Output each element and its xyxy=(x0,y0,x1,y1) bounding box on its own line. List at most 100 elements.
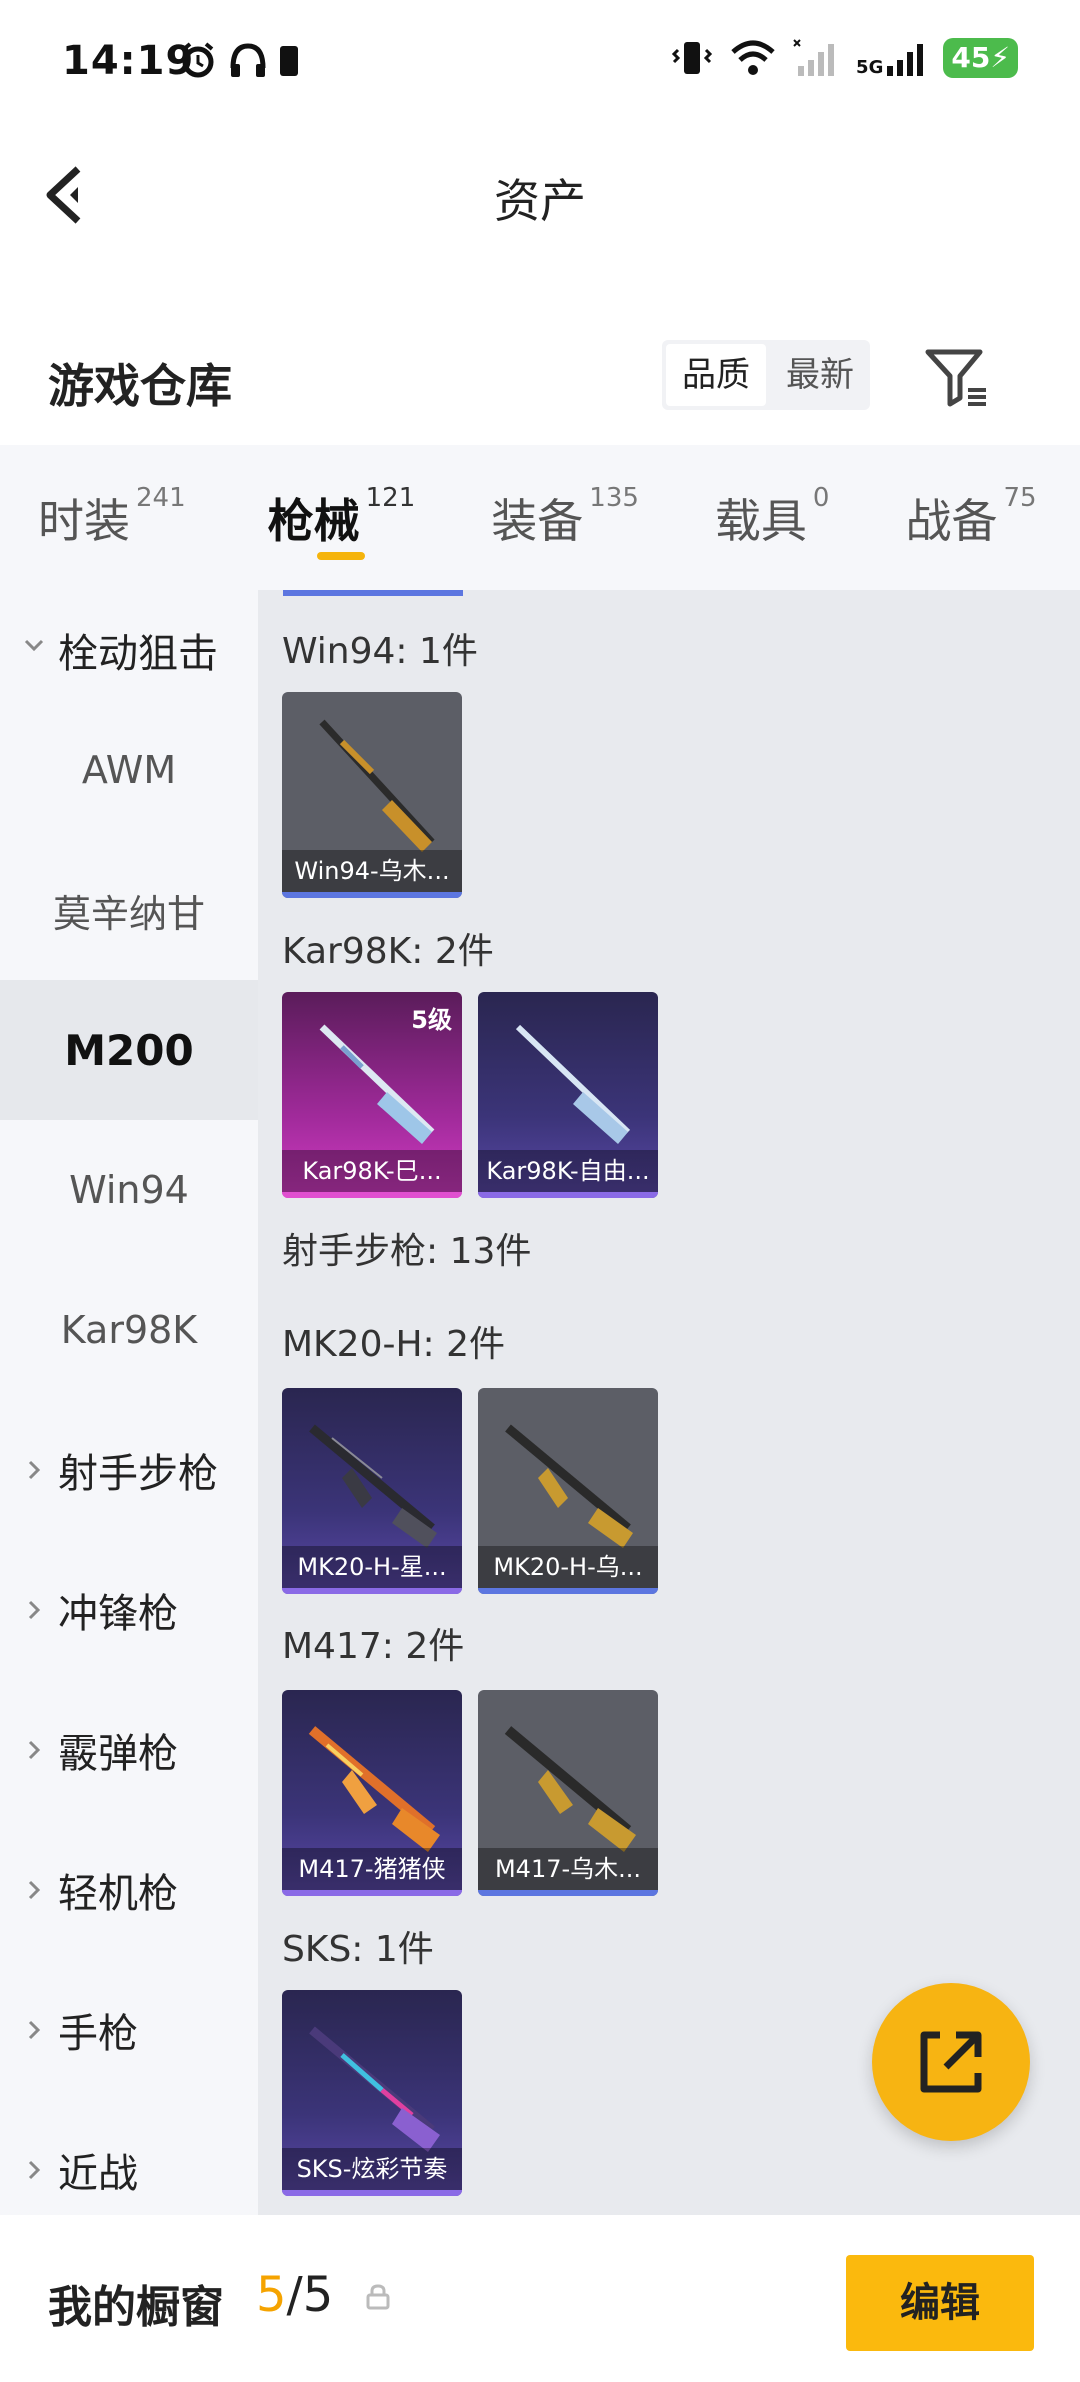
weapon-card[interactable]: 5级 Kar98K-巳... xyxy=(282,992,462,1198)
vibrate-icon xyxy=(671,42,713,74)
quality-bar xyxy=(282,1192,462,1198)
charging-icon: ⚡ xyxy=(990,41,1010,74)
sidebar-item-label: 冲锋枪 xyxy=(58,1591,178,1637)
lock-icon xyxy=(366,2284,390,2310)
tab-count: 75 xyxy=(1003,483,1037,513)
weapon-level-badge: 5级 xyxy=(411,1006,452,1034)
sidebar-item-label: 莫辛纳甘 xyxy=(52,891,205,936)
section-header: 游戏仓库 品质 最新 xyxy=(0,320,1080,440)
weapon-card[interactable]: M417-猪猪侠 xyxy=(282,1690,462,1896)
sort-newest-button[interactable]: 最新 xyxy=(770,340,870,410)
weapon-card[interactable]: M417-乌木... xyxy=(478,1690,658,1896)
chevron-right-icon xyxy=(28,2020,41,2040)
weapon-card[interactable]: Win94-乌木... xyxy=(282,692,462,898)
category-tabs: 时装 241 枪械 121 装备 135 载具 0 战备 75 xyxy=(0,445,1080,590)
share-fab-button[interactable] xyxy=(872,1983,1030,2141)
weapon-card[interactable]: SKS-炫彩节奏 xyxy=(282,1990,462,2196)
sidebar-item-smg[interactable]: 冲锋枪 xyxy=(0,1540,258,1680)
chevron-right-icon xyxy=(28,1880,41,1900)
filter-button[interactable] xyxy=(922,342,992,412)
alarm-icon xyxy=(182,42,214,78)
sidebar-item-label: 射手步枪 xyxy=(58,1451,218,1497)
tab-equipment[interactable]: 装备 135 xyxy=(491,445,639,590)
group-heading-mk20h: MK20-H: 2件 xyxy=(282,1324,506,1365)
headphones-icon xyxy=(230,43,266,77)
sidebar-item-label: 栓动狙击 xyxy=(58,631,218,677)
sidebar-item-label: Kar98K xyxy=(60,1308,198,1352)
quality-bar xyxy=(282,1890,462,1896)
weapon-card-name: SKS-炫彩节奏 xyxy=(282,2148,462,2190)
sidebar-item-lmg[interactable]: 轻机枪 xyxy=(0,1820,258,1960)
sidebar-item-label: 轻机枪 xyxy=(58,1871,178,1917)
sidebar-item-kar98k[interactable]: Kar98K xyxy=(0,1260,258,1400)
showcase-label: 我的橱窗 xyxy=(48,2282,224,2333)
sidebar-item-win94[interactable]: Win94 xyxy=(0,1120,258,1260)
sidebar-item-shotgun[interactable]: 霰弹枪 xyxy=(0,1680,258,1820)
tab-firearms[interactable]: 枪械 121 xyxy=(267,445,416,590)
status-time: 14:19 xyxy=(62,38,195,84)
battery-level: 45 xyxy=(951,41,991,74)
weapon-card[interactable]: MK20-H-星... xyxy=(282,1388,462,1594)
sidebar-item-bolt-action-sniper[interactable]: 栓动狙击 xyxy=(0,590,258,700)
showcase-count-current: 5 xyxy=(256,2267,287,2323)
sidebar-item-label: M200 xyxy=(64,1025,194,1075)
network-label: 5G xyxy=(856,57,884,78)
weapon-card-name: Win94-乌木... xyxy=(282,850,462,892)
active-tab-indicator xyxy=(317,552,366,560)
edit-button[interactable]: 编辑 xyxy=(846,2255,1034,2351)
tab-label: 装备 xyxy=(491,494,584,548)
weapon-card[interactable]: MK20-H-乌... xyxy=(478,1388,658,1594)
weapon-card-name: M417-乌木... xyxy=(478,1848,658,1890)
sort-toggle: 品质 最新 xyxy=(662,340,870,410)
group-heading-m417: M417: 2件 xyxy=(282,1626,465,1667)
signal-5g-icon: 5G xyxy=(856,38,929,78)
sidebar-item-label: AWM xyxy=(81,748,177,792)
weapon-card-name: Kar98K-自由... xyxy=(478,1150,658,1192)
tab-label: 载具 xyxy=(714,494,807,548)
sidebar-item-mosin-nagant[interactable]: 莫辛纳甘 xyxy=(0,840,258,980)
quality-bar xyxy=(282,1588,462,1594)
filter-icon xyxy=(925,349,986,407)
section-title: 游戏仓库 xyxy=(48,359,232,413)
status-icons-right: 5G 45⚡ xyxy=(670,38,1018,78)
sidebar-item-marksman-rifle[interactable]: 射手步枪 xyxy=(0,1400,258,1540)
sidebar-item-pistol[interactable]: 手枪 xyxy=(0,1960,258,2100)
tab-label: 战备 xyxy=(905,494,998,548)
tab-count: 241 xyxy=(136,483,186,513)
sidebar-item-m200[interactable]: M200 xyxy=(0,980,258,1120)
group-heading-sks: SKS: 1件 xyxy=(282,1929,434,1970)
weapon-card-name: MK20-H-星... xyxy=(282,1546,462,1588)
tab-count: 135 xyxy=(589,483,639,513)
tab-battle-prep[interactable]: 战备 75 xyxy=(905,445,1036,590)
group-heading-marksman-rifle: 射手步枪: 13件 xyxy=(282,1231,532,1272)
sidebar-item-melee[interactable]: 近战 xyxy=(0,2100,258,2215)
header: 资产 xyxy=(0,125,1080,260)
share-out-icon xyxy=(920,2031,982,2093)
weapon-card-name: M417-猪猪侠 xyxy=(282,1848,462,1890)
signal-weak-icon xyxy=(793,39,835,76)
tab-fashion[interactable]: 时装 241 xyxy=(38,445,186,590)
sidebar-item-awm[interactable]: AWM xyxy=(0,700,258,840)
quality-bar xyxy=(478,1890,658,1896)
sidebar-item-label: Win94 xyxy=(69,1168,189,1212)
chevron-right-icon xyxy=(28,2160,41,2180)
tab-count: 121 xyxy=(365,483,416,513)
tab-vehicles[interactable]: 载具 0 xyxy=(715,445,830,590)
quality-bar xyxy=(282,2190,462,2196)
quality-bar xyxy=(478,1588,658,1594)
showcase-count-total: /5 xyxy=(286,2267,334,2323)
battery-indicator: 45⚡ xyxy=(943,38,1018,78)
chevron-right-icon xyxy=(28,1460,41,1480)
weapon-list[interactable]: Win94: 1件 Win94-乌木... Kar98K: 2件 5级 Kar9… xyxy=(258,590,1080,2215)
weapon-card-name: MK20-H-乌... xyxy=(478,1546,658,1588)
showcase-bar: 我的橱窗 5/5 编辑 xyxy=(0,2215,1080,2382)
quality-bar xyxy=(282,892,462,898)
weapon-category-sidebar: 栓动狙击 AWM 莫辛纳甘 M200 Win94 Kar98K 射手步枪 冲锋枪… xyxy=(0,590,258,2215)
showcase-count: 5/5 xyxy=(256,2267,333,2323)
tab-count: 0 xyxy=(812,483,830,513)
sort-quality-button[interactable]: 品质 xyxy=(666,344,766,406)
tab-label: 枪械 xyxy=(267,494,360,548)
group-heading-kar98k: Kar98K: 2件 xyxy=(282,931,494,972)
sidebar-item-label: 霰弹枪 xyxy=(58,1731,178,1777)
weapon-card[interactable]: Kar98K-自由... xyxy=(478,992,658,1198)
